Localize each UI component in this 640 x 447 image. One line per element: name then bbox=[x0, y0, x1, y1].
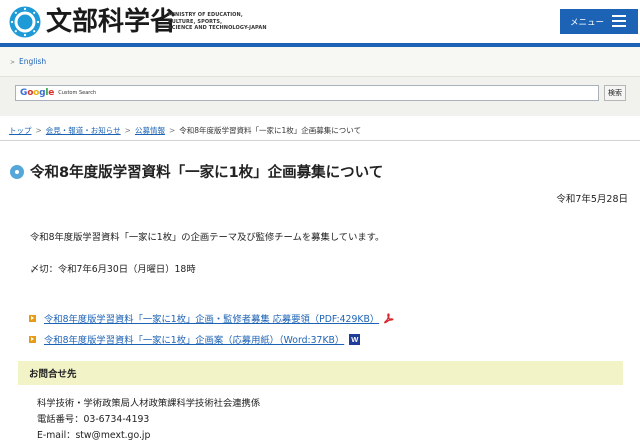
language-bar bbox=[0, 47, 640, 77]
contact-email: E-mail：stw@mext.go.jp bbox=[37, 430, 151, 441]
contact-info: 科学技術・学術政策局人材政策課科学技術社会連携係 電話番号：03-6734-41… bbox=[37, 396, 260, 444]
chevron-right-icon: > bbox=[10, 59, 16, 66]
contact-department: 科学技術・学術政策局人材政策課科学技術社会連携係 bbox=[37, 398, 261, 409]
hamburger-icon bbox=[612, 15, 626, 27]
mext-logo-mark-icon bbox=[9, 6, 41, 38]
pdf-download-link[interactable]: 令和8年度版学習資料「一家に1枚」企画・監修者募集 応募要領（PDF:429KB… bbox=[44, 311, 379, 325]
breadcrumb-separator: > bbox=[35, 126, 42, 135]
breadcrumb: トップ > 会見・報道・お知らせ > 公募情報 > 令和8年度版学習資料「一家に1枚」企画募… bbox=[9, 125, 361, 136]
word-icon: W bbox=[349, 333, 361, 345]
orange-bullet-icon bbox=[29, 314, 36, 322]
english-link[interactable]: > English bbox=[10, 57, 46, 66]
breadcrumb-link-public-offering[interactable]: 公募情報 bbox=[135, 126, 165, 135]
breadcrumb-divider bbox=[0, 140, 640, 141]
google-logo: Google bbox=[20, 88, 55, 98]
list-item: 令和8年度版学習資料「一家に1枚」企画・監修者募集 応募要領（PDF:429KB… bbox=[29, 311, 395, 325]
breadcrumb-link-press[interactable]: 会見・報道・お知らせ bbox=[46, 126, 121, 135]
deadline-label: 〆切：令和7年6月30日（月曜日）18時 bbox=[30, 264, 196, 275]
contact-phone: 電話番号：03-6734-4193 bbox=[37, 414, 150, 425]
word-download-link[interactable]: 令和8年度版学習資料「一家に1枚」企画案（応募用紙）（Word:37KB） bbox=[44, 332, 344, 346]
breadcrumb-link-top[interactable]: トップ bbox=[9, 126, 32, 135]
intro-text: 令和8年度版学習資料「一家に1枚」の企画テーマ及び監修チームを募集しています。 bbox=[30, 232, 385, 243]
deadline-text: 〆切：令和7年6月30日（月曜日）18時 bbox=[30, 261, 196, 275]
publish-date: 令和7年5月28日 bbox=[556, 194, 628, 205]
pdf-icon bbox=[383, 312, 395, 324]
title-circle-icon bbox=[10, 165, 24, 179]
search-input[interactable]: Google Custom Search bbox=[15, 85, 599, 101]
custom-search-label: Custom Search bbox=[58, 90, 97, 96]
list-item: 令和8年度版学習資料「一家に1枚」企画案（応募用紙）（Word:37KB） W bbox=[29, 332, 361, 346]
logo-en-line: SCIENCE AND TECHNOLOGY-JAPAN bbox=[168, 25, 267, 31]
menu-label: メニュー bbox=[570, 17, 605, 28]
site-logo-english: MINISTRY OF EDUCATION, CULTURE, SPORTS, … bbox=[168, 12, 268, 32]
site-logo-text[interactable]: 文部科学省 bbox=[46, 7, 176, 37]
breadcrumb-current: 令和8年度版学習資料「一家に1枚」企画募集について bbox=[179, 126, 362, 135]
menu-button[interactable]: メニュー bbox=[560, 9, 638, 34]
page-title: 令和8年度版学習資料「一家に1枚」企画募集について bbox=[30, 165, 384, 181]
search-button[interactable]: 検索 bbox=[604, 85, 626, 101]
breadcrumb-separator: > bbox=[124, 126, 131, 135]
contact-heading: お問合せ先 bbox=[18, 361, 623, 385]
orange-bullet-icon bbox=[29, 335, 36, 343]
english-link-label: English bbox=[19, 57, 47, 66]
breadcrumb-separator: > bbox=[168, 126, 176, 135]
